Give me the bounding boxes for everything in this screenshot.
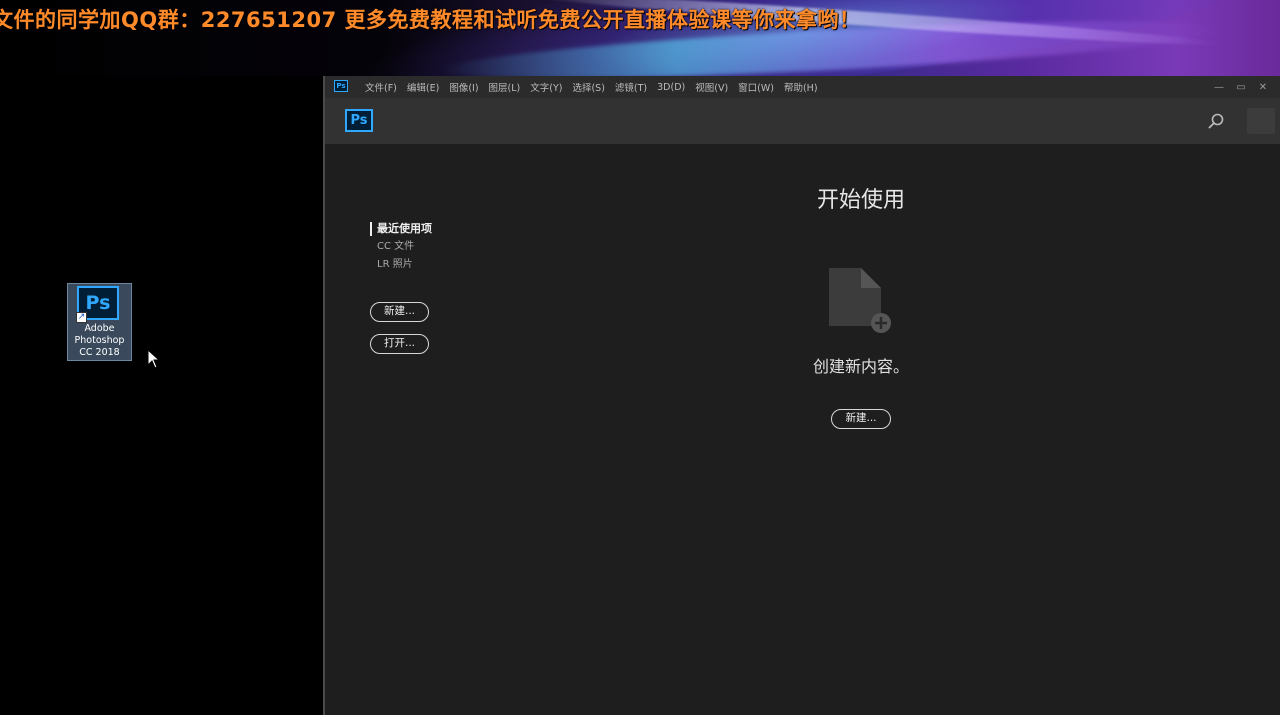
desktop-icon-label-line: CC 2018 <box>79 347 120 358</box>
desktop-icon-label-line: Adobe <box>84 323 115 334</box>
title-bar: Ps 文件(F) 编辑(E) 图像(I) 图层(L) 文字(Y) 选择(S) 滤… <box>325 76 1280 98</box>
sidebar-item-cc-files[interactable]: CC 文件 <box>377 240 414 253</box>
main-new-button[interactable]: 新建... <box>831 409 891 429</box>
desktop-icon-label: Adobe Photoshop CC 2018 <box>68 323 131 359</box>
menu-window[interactable]: 窗口(W) <box>738 80 774 94</box>
shortcut-arrow-icon: ↗ <box>76 312 87 323</box>
menu-type[interactable]: 文字(Y) <box>530 80 562 94</box>
create-new-content-text: 创建新内容。 <box>812 357 909 376</box>
menu-3d[interactable]: 3D(D) <box>657 82 685 93</box>
banner-text: 文件的同学加QQ群：227651207 更多免费教程和试听免费公开直播体验课等你… <box>0 8 861 32</box>
menu-layer[interactable]: 图层(L) <box>489 80 521 94</box>
menu-edit[interactable]: 编辑(E) <box>407 80 439 94</box>
promo-banner: 文件的同学加QQ群：227651207 更多免费教程和试听免费公开直播体验课等你… <box>0 0 1280 76</box>
new-button[interactable]: 新建... <box>370 302 429 322</box>
page-title: 开始使用 <box>816 188 905 213</box>
menu-bar: 文件(F) 编辑(E) 图像(I) 图层(L) 文字(Y) 选择(S) 滤镜(T… <box>365 76 828 98</box>
menu-image[interactable]: 图像(I) <box>449 80 478 94</box>
mouse-cursor-icon <box>147 349 161 369</box>
app-header: Ps <box>325 98 1280 144</box>
sidebar-item-recent[interactable]: 最近使用项 <box>370 222 432 236</box>
search-icon[interactable] <box>1207 112 1225 130</box>
desktop-icon-label-line: Photoshop <box>74 335 125 346</box>
photoshop-logo: Ps <box>345 109 373 132</box>
window-controls: — ▭ ✕ <box>1208 76 1274 98</box>
close-button[interactable]: ✕ <box>1252 82 1274 93</box>
menu-select[interactable]: 选择(S) <box>572 80 604 94</box>
avatar[interactable] <box>1247 108 1275 134</box>
photoshop-window: Ps 文件(F) 编辑(E) 图像(I) 图层(L) 文字(Y) 选择(S) 滤… <box>323 76 1280 715</box>
sidebar-item-lr-photos[interactable]: LR 照片 <box>377 258 413 271</box>
app-icon: Ps <box>334 80 348 92</box>
maximize-button[interactable]: ▭ <box>1230 82 1252 93</box>
menu-view[interactable]: 视图(V) <box>695 80 728 94</box>
open-button[interactable]: 打开... <box>370 334 429 354</box>
new-document-icon <box>829 268 891 333</box>
desktop-photoshop-shortcut[interactable]: Ps ↗ Adobe Photoshop CC 2018 <box>67 283 132 361</box>
menu-filter[interactable]: 滤镜(T) <box>615 80 647 94</box>
menu-file[interactable]: 文件(F) <box>365 80 397 94</box>
menu-help[interactable]: 帮助(H) <box>784 80 818 94</box>
minimize-button[interactable]: — <box>1208 82 1230 93</box>
